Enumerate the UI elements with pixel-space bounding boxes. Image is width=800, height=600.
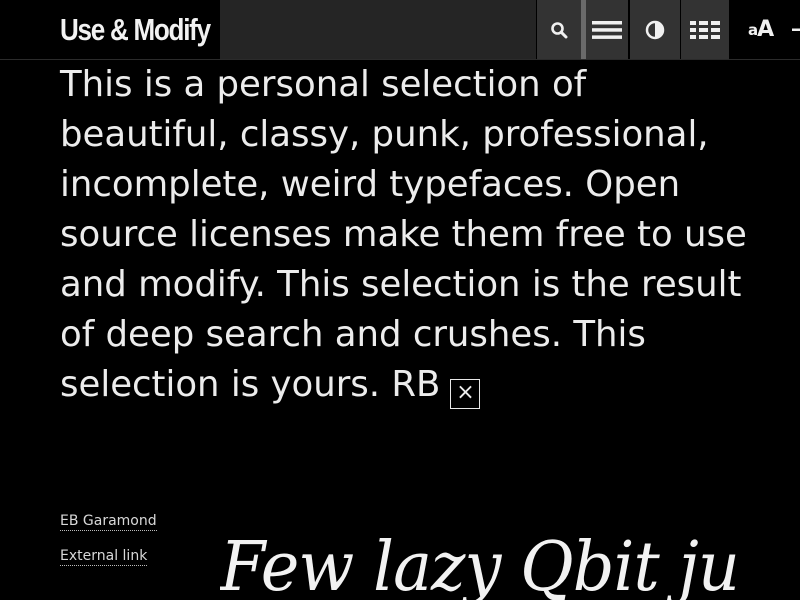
font-size-button[interactable]: aA [730,0,786,59]
grid-icon [690,20,720,39]
list-view-button[interactable] [586,0,628,59]
specimen-text: Few lazy Qbit jumps over the dog [220,528,737,600]
intro-text: This is a personal selection of beautifu… [60,60,750,410]
list-icon [592,20,622,39]
search-button[interactable] [537,0,581,59]
search-icon [551,21,568,38]
zoom-out-button[interactable] [788,0,800,59]
grid-view-button[interactable] [681,0,729,59]
site-header: Use & Modify a A [0,0,800,60]
minus-icon [792,28,800,31]
site-logo[interactable]: Use & Modify [60,8,211,52]
search-input[interactable] [220,0,536,59]
font-size-large-label: A [757,17,774,42]
font-size-small-label: a [748,20,758,39]
intro-paragraph: This is a personal selection of beautifu… [60,64,747,405]
font-name-link[interactable]: EB Garamond [60,513,157,531]
font-specimen: Few lazy Qbit jumps over the dog [220,518,737,600]
contrast-toggle-button[interactable] [630,0,680,59]
close-intro-button[interactable]: × [450,379,481,409]
close-icon: × [456,380,475,405]
contrast-icon [645,20,665,39]
external-link[interactable]: External link [60,548,148,566]
